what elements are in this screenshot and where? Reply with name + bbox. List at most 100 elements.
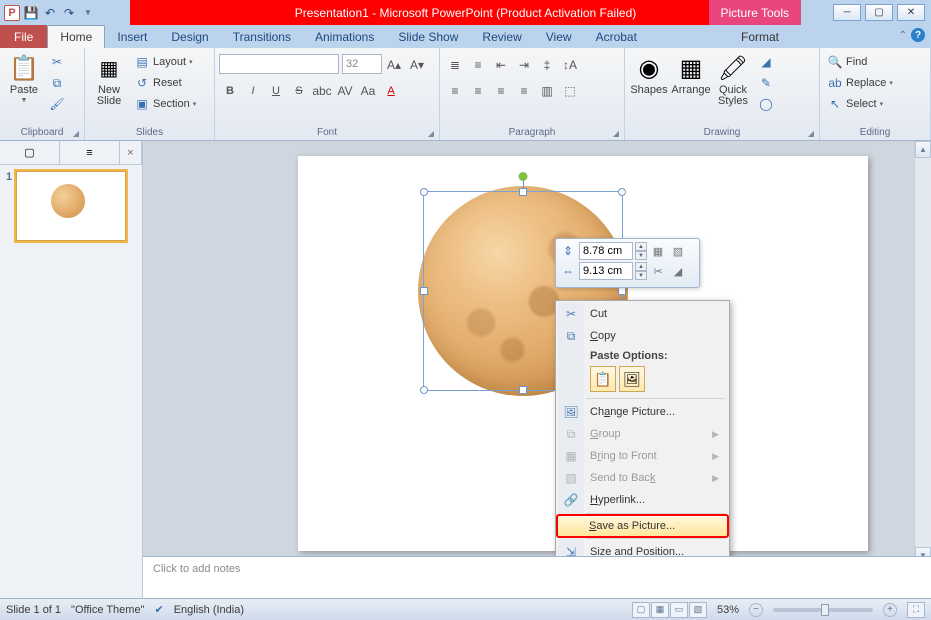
tab-design[interactable]: Design (159, 25, 220, 48)
bold-button[interactable]: B (219, 80, 241, 102)
font-name-combo[interactable] (219, 54, 339, 74)
paste-button[interactable]: 📋 Paste ▼ (4, 50, 44, 104)
section-button[interactable]: ▣Section ▾ (131, 94, 199, 114)
paste-option-picture[interactable]: 🖼 (619, 366, 645, 392)
align-right-button[interactable]: ≡ (490, 80, 512, 102)
resize-handle-n[interactable] (519, 188, 527, 196)
copy-button[interactable]: ⧉ (46, 73, 68, 93)
change-case-button[interactable]: Aa (357, 80, 379, 102)
font-launcher-icon[interactable]: ◢ (425, 127, 437, 139)
find-button[interactable]: 🔍Find (824, 52, 896, 72)
zoom-out-button[interactable]: − (749, 603, 763, 617)
paste-option-keep-formatting[interactable]: 📋 (590, 366, 616, 392)
spellcheck-icon[interactable]: ✔ (154, 603, 163, 616)
notes-pane[interactable]: Click to add notes (143, 556, 931, 598)
fit-to-window-button[interactable]: ⛶ (907, 602, 925, 618)
shadow-button[interactable]: abc (311, 80, 333, 102)
resize-handle-s[interactable] (519, 386, 527, 394)
ctx-cut[interactable]: ✂Cut (558, 303, 727, 325)
close-button[interactable]: ✕ (897, 4, 925, 21)
language-indicator[interactable]: English (India) (174, 604, 244, 616)
tab-transitions[interactable]: Transitions (221, 25, 303, 48)
increase-indent-button[interactable]: ⇥ (513, 54, 535, 76)
slide-canvas[interactable]: ▲ ▼ ⤊ ⤋ (143, 141, 931, 598)
resize-handle-w[interactable] (420, 287, 428, 295)
slides-tab-icon[interactable]: ▢ (0, 141, 60, 164)
undo-icon[interactable]: ↶ (42, 5, 58, 21)
ctx-save-as-picture[interactable]: Save as Picture... (557, 515, 728, 537)
height-spinner[interactable]: ▲▼ (635, 242, 647, 260)
vertical-scrollbar[interactable]: ▲ ▼ ⤊ ⤋ (914, 141, 931, 598)
sorter-view-button[interactable]: ▦ (651, 602, 669, 618)
zoom-thumb[interactable] (821, 604, 829, 616)
shape-fill-button[interactable]: ◢ (755, 52, 777, 72)
text-direction-button[interactable]: ↕A (559, 54, 581, 76)
tab-acrobat[interactable]: Acrobat (584, 25, 649, 48)
ctx-change-picture[interactable]: 🖼Change Picture... (558, 401, 727, 423)
font-size-combo[interactable]: 32 (342, 54, 382, 74)
slideshow-view-button[interactable]: ▧ (689, 602, 707, 618)
shrink-font-button[interactable]: A▾ (406, 54, 428, 76)
shapes-button[interactable]: ◉Shapes (629, 50, 669, 96)
tab-view[interactable]: View (534, 25, 584, 48)
replace-button[interactable]: abReplace ▾ (824, 73, 896, 93)
tab-review[interactable]: Review (470, 25, 533, 48)
crop-icon[interactable]: ✂ (649, 262, 667, 280)
reset-button[interactable]: ↺Reset (131, 73, 199, 93)
resize-handle-ne[interactable] (618, 188, 626, 196)
redo-icon[interactable]: ↷ (61, 5, 77, 21)
height-input[interactable]: 8.78 cm (579, 242, 633, 260)
normal-view-button[interactable]: ▢ (632, 602, 650, 618)
shape-effects-button[interactable]: ◯ (755, 94, 777, 114)
width-spinner[interactable]: ▲▼ (635, 262, 647, 280)
maximize-button[interactable]: ▢ (865, 4, 893, 21)
tab-slideshow[interactable]: Slide Show (386, 25, 470, 48)
new-slide-button[interactable]: ▦ New Slide (89, 50, 129, 107)
font-color-button[interactable]: A (380, 80, 402, 102)
ctx-copy[interactable]: ⧉Copy (558, 325, 727, 347)
ctx-hyperlink[interactable]: 🔗Hyperlink... (558, 489, 727, 511)
tab-format[interactable]: Format (729, 25, 791, 48)
resize-handle-sw[interactable] (420, 386, 428, 394)
resize-handle-e[interactable] (618, 287, 626, 295)
italic-button[interactable]: I (242, 80, 264, 102)
grow-font-button[interactable]: A▴ (383, 54, 405, 76)
convert-smartart-button[interactable]: ⬚ (559, 80, 581, 102)
resize-handle-nw[interactable] (420, 188, 428, 196)
line-spacing-button[interactable]: ‡ (536, 54, 558, 76)
numbering-button[interactable]: ≡ (467, 54, 489, 76)
select-button[interactable]: ↖Select ▾ (824, 94, 896, 114)
shape-outline-button[interactable]: ✎ (755, 73, 777, 93)
tab-home[interactable]: Home (47, 25, 105, 48)
qat-dropdown-icon[interactable]: ▼ (80, 5, 96, 21)
decrease-indent-button[interactable]: ⇤ (490, 54, 512, 76)
cut-button[interactable]: ✂ (46, 52, 68, 72)
tab-file[interactable]: File (0, 25, 47, 48)
send-backward-icon[interactable]: ▧ (669, 242, 687, 260)
help-icon[interactable]: ? (911, 28, 925, 42)
bullets-button[interactable]: ≣ (444, 54, 466, 76)
quick-styles-button[interactable]: 🖍Quick Styles (713, 50, 753, 107)
drawing-launcher-icon[interactable]: ◢ (805, 127, 817, 139)
width-input[interactable]: 9.13 cm (579, 262, 633, 280)
tab-insert[interactable]: Insert (105, 25, 159, 48)
close-pane-button[interactable]: × (120, 141, 142, 164)
zoom-level[interactable]: 53% (717, 604, 739, 616)
slide-thumbnail-1[interactable]: 1 (0, 165, 142, 247)
clipboard-launcher-icon[interactable]: ◢ (70, 127, 82, 139)
bring-forward-icon[interactable]: ▦ (649, 242, 667, 260)
tab-animations[interactable]: Animations (303, 25, 386, 48)
arrange-button[interactable]: ▦Arrange (671, 50, 711, 96)
align-center-button[interactable]: ≡ (467, 80, 489, 102)
format-painter-button[interactable]: 🖌 (46, 94, 68, 114)
underline-button[interactable]: U (265, 80, 287, 102)
justify-button[interactable]: ≡ (513, 80, 535, 102)
paragraph-launcher-icon[interactable]: ◢ (610, 127, 622, 139)
columns-button[interactable]: ▥ (536, 80, 558, 102)
zoom-slider[interactable] (773, 608, 873, 612)
minimize-button[interactable]: ─ (833, 4, 861, 21)
align-left-button[interactable]: ≡ (444, 80, 466, 102)
reading-view-button[interactable]: ▭ (670, 602, 688, 618)
zoom-in-button[interactable]: + (883, 603, 897, 617)
minimize-ribbon-icon[interactable]: ⌃ (899, 30, 907, 41)
